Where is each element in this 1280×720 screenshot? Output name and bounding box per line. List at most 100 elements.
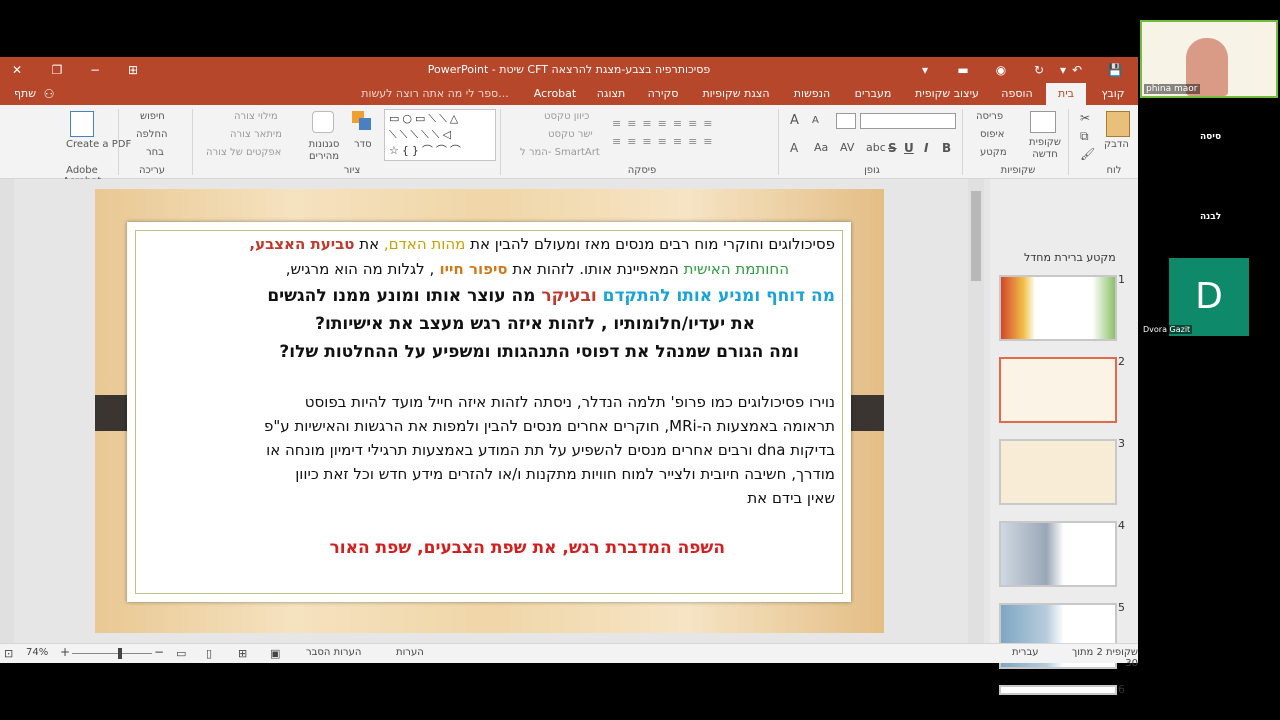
- slide-thumb[interactable]: [999, 439, 1117, 505]
- group-divider: [192, 109, 193, 175]
- slide-sorter-icon[interactable]: ⊞: [238, 647, 247, 660]
- paste-icon[interactable]: [1106, 111, 1130, 137]
- shape-outline-button[interactable]: מיתאר צורה: [230, 129, 282, 140]
- tab-view[interactable]: תצוגה: [588, 83, 634, 105]
- tell-me-box[interactable]: ספר לי מה אתה רוצה לעשות...: [352, 83, 518, 105]
- tab-acrobat[interactable]: Acrobat: [528, 83, 582, 105]
- shapes-gallery[interactable]: ▭○▭⟍⟍△ ⟍⟍⟍⟍⟍◁ ☆{}⌒⌒⌒: [384, 109, 496, 161]
- change-case-button[interactable]: Aa: [814, 141, 828, 154]
- scroll-thumb[interactable]: [971, 191, 981, 281]
- shrink-font-button[interactable]: A: [812, 115, 819, 126]
- text-run: מהות האדם,: [379, 235, 466, 253]
- slide-line-4[interactable]: את יעדיו/חלומותיו , לזהות איזה רגש מעצב …: [315, 314, 755, 334]
- slide-canvas[interactable]: פסיכולוגים וחוקרי מוח רבים מנסים מאז ומע…: [95, 189, 884, 633]
- cut-icon[interactable]: ✂: [1080, 111, 1090, 125]
- slide-text-card[interactable]: פסיכולוגים וחוקרי מוח רבים מנסים מאז ומע…: [127, 222, 851, 602]
- save-icon[interactable]: 💾: [1106, 61, 1124, 79]
- left-scrollbar[interactable]: [0, 179, 14, 645]
- quick-styles-button[interactable]: סגנונות מהירים: [306, 139, 342, 163]
- text-run: החותמת האישית: [678, 260, 789, 278]
- font-name-box[interactable]: [860, 113, 956, 129]
- section-header[interactable]: מקטע ברירת מחדל: [1024, 251, 1116, 264]
- tab-design[interactable]: עיצוב שקופית: [908, 83, 986, 105]
- presenter-name: phina maor: [1144, 84, 1200, 94]
- shape-effects-button[interactable]: אפקטים של צורה: [206, 147, 281, 158]
- share-button[interactable]: שתף: [8, 83, 42, 105]
- shape-fill-button[interactable]: מילוי צורה: [234, 111, 278, 122]
- font-color-button[interactable]: A: [790, 141, 798, 155]
- presenter-video-tile[interactable]: phina maor: [1140, 20, 1278, 98]
- editor-vertical-scrollbar[interactable]: [968, 179, 984, 645]
- slide-thumb-number: 6: [1118, 683, 1125, 696]
- align-text-button[interactable]: ישר טקסט: [548, 129, 593, 140]
- slide-line-1[interactable]: פסיכולוגים וחוקרי מוח רבים מנסים מאז ומע…: [249, 235, 835, 253]
- tab-insert[interactable]: הוספה: [994, 83, 1040, 105]
- new-slide-icon[interactable]: [1030, 111, 1056, 133]
- create-pdf-icon[interactable]: [70, 111, 94, 137]
- slide-line-3[interactable]: מה דוחף ומניע אותו להתקדם ובעיקר מה עוצר…: [267, 286, 835, 306]
- find-button[interactable]: חיפוש: [140, 111, 165, 122]
- spacing-button[interactable]: AV: [840, 141, 854, 154]
- create-pdf-button[interactable]: Create a PDF: [66, 139, 131, 150]
- underline-button[interactable]: U: [904, 141, 914, 155]
- open-icon[interactable]: ▬: [954, 61, 972, 79]
- fit-slide-icon[interactable]: ⊡: [4, 647, 13, 660]
- italic-button[interactable]: I: [924, 141, 928, 155]
- tab-slideshow[interactable]: הצגת שקופיות: [694, 83, 778, 105]
- presenter-view-icon[interactable]: ▭: [176, 647, 186, 660]
- paragraph-controls[interactable]: ≡≡≡≡≡≡≡ ≡≡≡≡≡≡≡: [612, 115, 772, 155]
- font-size-box[interactable]: [836, 113, 856, 129]
- tab-transitions[interactable]: מעברים: [846, 83, 900, 105]
- section-button[interactable]: מקטע: [980, 147, 1007, 158]
- customize-qat-icon[interactable]: ▾: [916, 61, 934, 79]
- arrange-button[interactable]: סדר: [354, 139, 372, 150]
- zoom-level[interactable]: 74%: [26, 647, 48, 658]
- body-line-4[interactable]: מודרך, חשיבה חיובית ולצייר למוח חוויות מ…: [295, 465, 835, 483]
- text-run: את יעדיו/חלומותיו , לזהות איזה רגש מעצב …: [315, 314, 755, 334]
- notes-button[interactable]: הערות: [396, 647, 424, 658]
- arrange-icon[interactable]: [352, 111, 372, 131]
- tab-review[interactable]: סקירה: [640, 83, 686, 105]
- quick-styles-icon[interactable]: [312, 111, 334, 133]
- tab-home[interactable]: בית: [1046, 83, 1086, 105]
- body-line-3[interactable]: בדיקות dna ורבים אחרים מנסים להשפיע על ת…: [266, 441, 835, 459]
- new-slide-button[interactable]: שקופית חדשה: [1028, 137, 1062, 161]
- zoom-slider[interactable]: [72, 653, 152, 654]
- presenter-icon[interactable]: ◉: [992, 61, 1010, 79]
- copy-icon[interactable]: ⧉: [1080, 129, 1089, 144]
- tab-file[interactable]: קובץ: [1094, 83, 1132, 105]
- slide-thumb-selected[interactable]: [999, 357, 1117, 423]
- reading-view-icon[interactable]: ▯: [206, 647, 212, 660]
- reset-button[interactable]: איפוס: [980, 129, 1004, 140]
- text-direction-button[interactable]: כיוון טקסט: [544, 111, 589, 122]
- paste-button[interactable]: הדבק: [1104, 139, 1129, 150]
- replace-button[interactable]: החלפה: [136, 129, 168, 140]
- body-line-2[interactable]: תראומה באמצעות ה-MRi, חוקרים אחרים מנסים…: [264, 417, 835, 435]
- shadow-button[interactable]: abc: [866, 141, 886, 154]
- normal-view-icon[interactable]: ▣: [270, 647, 280, 660]
- strike-button[interactable]: S: [888, 141, 897, 155]
- slide-line-2[interactable]: החותמת האישית המאפיינת אותו. לזהות את סי…: [286, 260, 789, 278]
- slide-thumb[interactable]: [999, 521, 1117, 587]
- group-divider: [1068, 109, 1069, 175]
- slide-thumb[interactable]: [999, 275, 1117, 341]
- slide-thumb[interactable]: [999, 685, 1117, 695]
- zoom-in-icon[interactable]: +: [60, 645, 70, 659]
- layout-button[interactable]: פריסה: [976, 111, 1003, 122]
- zoom-out-icon[interactable]: −: [154, 645, 164, 659]
- bold-button[interactable]: B: [942, 141, 951, 155]
- format-painter-icon[interactable]: 🖌: [1080, 147, 1095, 161]
- slide-line-5[interactable]: ומה הגורם שמנהל את דפוסי התנהגותו ומשפיע…: [279, 342, 799, 362]
- undo-icon[interactable]: ↶: [1068, 61, 1086, 79]
- smartart-button[interactable]: המר ל- SmartArt: [520, 147, 600, 158]
- body-line-5[interactable]: שאין בידם את: [747, 489, 835, 507]
- grow-font-button[interactable]: A: [790, 113, 799, 128]
- tab-animations[interactable]: הנפשות: [786, 83, 838, 105]
- slide-closing-line[interactable]: השפה המדברת רגש, את שפת הצבעים, שפת האור: [330, 538, 725, 558]
- status-bar: ⊡ 74% + − ▭ ▯ ⊞ ▣ הערות הסבר הערות עברית…: [0, 643, 1138, 669]
- comments-button[interactable]: הערות הסבר: [306, 647, 361, 658]
- repeat-icon[interactable]: ↻: [1030, 61, 1048, 79]
- select-button[interactable]: בחר: [146, 147, 164, 158]
- zoom-slider-thumb[interactable]: [118, 648, 122, 659]
- body-line-1[interactable]: נוירו פסיכולוגים כמו פרופ' תלמה הנדלר, נ…: [305, 393, 835, 411]
